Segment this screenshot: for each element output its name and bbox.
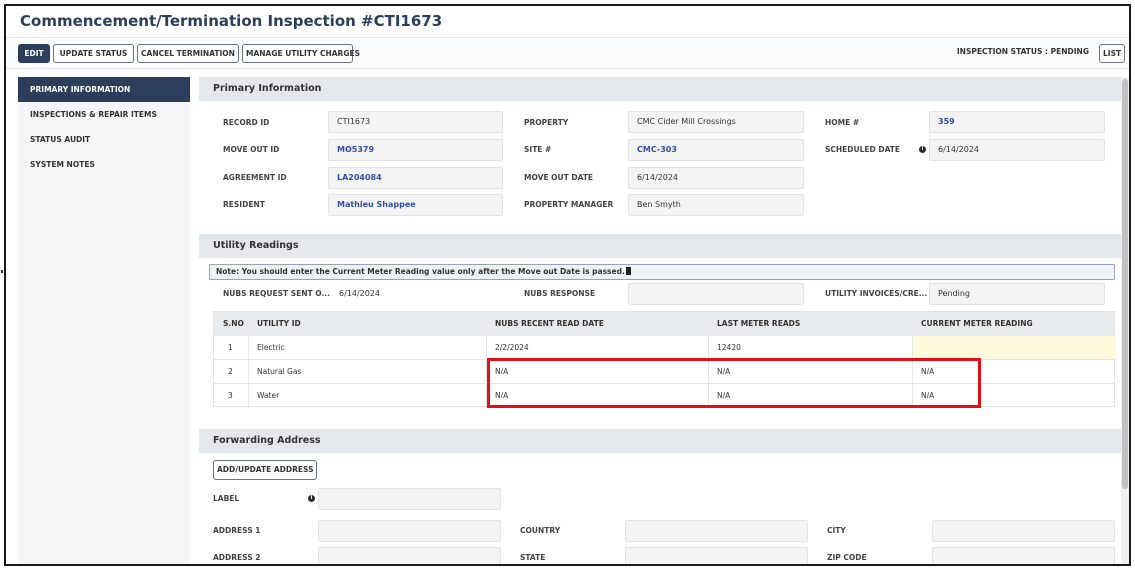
scheduled-date-label: SCHEDULED DATE xyxy=(825,145,901,154)
sidebar-item-inspections-repair[interactable]: INSPECTIONS & REPAIR ITEMS xyxy=(18,102,190,127)
section-header-forwarding: Forwarding Address xyxy=(199,429,1121,453)
column-divider xyxy=(912,312,913,408)
cell-sno: 2 xyxy=(228,367,233,376)
state-label: STATE xyxy=(520,553,546,562)
utility-invoices-field: Pending xyxy=(929,283,1105,305)
move-out-date-label: MOVE OUT DATE xyxy=(524,173,594,182)
column-header: NUBS RECENT READ DATE xyxy=(495,319,604,328)
column-header: LAST METER READS xyxy=(717,319,801,328)
cell-sno: 1 xyxy=(228,343,233,352)
cell-read-date: N/A xyxy=(495,391,509,400)
app-window: Commencement/Termination Inspection #CTI… xyxy=(4,4,1131,566)
cell-last-reads: 12420 xyxy=(717,343,741,352)
label-field-label: LABEL xyxy=(213,494,240,503)
cell-read-date: N/A xyxy=(495,367,509,376)
column-header: S.NO xyxy=(223,319,244,328)
country-label: COUNTRY xyxy=(520,526,561,535)
nubs-request-sent-value: 6/14/2024 xyxy=(339,289,381,298)
agreement-id-link[interactable]: LA204084 xyxy=(328,167,503,189)
action-toolbar: EDIT UPDATE STATUS CANCEL TERMINATION MA… xyxy=(6,37,1129,69)
info-icon[interactable]: i xyxy=(919,146,926,153)
property-manager-field: Ben Smyth xyxy=(628,194,804,216)
city-input[interactable] xyxy=(932,520,1115,542)
edge-mark xyxy=(1,270,3,273)
column-header: UTILITY ID xyxy=(257,319,301,328)
page-title: Commencement/Termination Inspection #CTI… xyxy=(20,12,443,30)
label-input[interactable] xyxy=(318,488,501,510)
manage-utility-charges-button[interactable]: MANAGE UTILITY CHARGES xyxy=(242,44,360,63)
vertical-scrollbar[interactable] xyxy=(1121,77,1129,564)
move-out-id-link[interactable]: MO5379 xyxy=(328,139,503,161)
update-status-button[interactable]: UPDATE STATUS xyxy=(53,44,134,63)
property-manager-label: PROPERTY MANAGER xyxy=(524,200,614,209)
cell-last-reads: N/A xyxy=(717,391,731,400)
city-label: CITY xyxy=(827,526,846,535)
table-row: 3 Water N/A N/A N/A xyxy=(214,384,1114,408)
state-input[interactable] xyxy=(625,547,808,564)
column-divider xyxy=(486,312,487,408)
home-link[interactable]: 359 xyxy=(929,111,1105,133)
sidebar-item-status-audit[interactable]: STATUS AUDIT xyxy=(18,127,190,152)
list-button[interactable]: LIST xyxy=(1099,44,1125,63)
table-row: 2 Natural Gas N/A N/A N/A xyxy=(214,360,1114,384)
agreement-id-label: AGREEMENT ID xyxy=(223,173,287,182)
cell-current-reading: N/A xyxy=(921,367,935,376)
site-link[interactable]: CMC-303 xyxy=(628,139,804,161)
section-header-primary: Primary Information xyxy=(199,77,1121,101)
table-header-row: S.NO UTILITY ID NUBS RECENT READ DATE LA… xyxy=(214,312,1114,336)
address2-input[interactable] xyxy=(318,547,501,564)
cell-utility-id: Electric xyxy=(257,343,285,352)
resident-link[interactable]: Mathieu Shappee xyxy=(328,194,503,216)
cell-last-reads: N/A xyxy=(717,367,731,376)
site-label: SITE # xyxy=(524,145,552,154)
edit-button[interactable]: EDIT xyxy=(18,44,50,63)
move-out-id-label: MOVE OUT ID xyxy=(223,145,280,154)
note-text: Note: You should enter the Current Meter… xyxy=(216,267,625,276)
main-content: Primary Information RECORD ID CTI1673 PR… xyxy=(199,77,1121,564)
cell-read-date: 2/2/2024 xyxy=(495,343,529,352)
column-divider xyxy=(708,312,709,408)
zip-code-label: ZIP CODE xyxy=(827,553,867,562)
add-update-address-button[interactable]: ADD/UPDATE ADDRESS xyxy=(213,460,317,480)
sidebar-item-primary-information[interactable]: PRIMARY INFORMATION xyxy=(18,77,190,102)
nubs-response-label: NUBS RESPONSE xyxy=(524,289,596,298)
cancel-termination-button[interactable]: CANCEL TERMINATION xyxy=(137,44,239,63)
table-row: 1 Electric 2/2/2024 12420 xyxy=(214,336,1116,360)
record-id-field: CTI1673 xyxy=(328,111,503,133)
resident-label: RESIDENT xyxy=(223,200,265,209)
scrollbar-thumb[interactable] xyxy=(1122,79,1128,489)
property-field: CMC Cider Mill Crossings xyxy=(628,111,804,133)
nubs-response-field xyxy=(628,283,804,305)
nubs-request-sent-label: NUBS REQUEST SENT O... xyxy=(223,289,330,298)
note-icon xyxy=(625,267,631,275)
utility-invoices-label: UTILITY INVOICES/CRE... xyxy=(825,289,928,298)
move-out-date-field: 6/14/2024 xyxy=(628,167,804,189)
home-label: HOME # xyxy=(825,118,860,127)
utility-table: S.NO UTILITY ID NUBS RECENT READ DATE LA… xyxy=(213,311,1116,408)
info-icon[interactable]: i xyxy=(308,495,315,502)
meter-reading-note: Note: You should enter the Current Meter… xyxy=(209,264,1115,280)
address2-label: ADDRESS 2 xyxy=(213,553,261,562)
column-header: CURRENT METER READING xyxy=(921,319,1033,328)
record-id-label: RECORD ID xyxy=(223,118,270,127)
cell-utility-id: Natural Gas xyxy=(257,367,302,376)
section-header-utility: Utility Readings xyxy=(199,234,1121,258)
sidebar: PRIMARY INFORMATION INSPECTIONS & REPAIR… xyxy=(18,77,190,564)
property-label: PROPERTY xyxy=(524,118,569,127)
sidebar-item-system-notes[interactable]: SYSTEM NOTES xyxy=(18,152,190,177)
inspection-status: INSPECTION STATUS : PENDING xyxy=(956,47,1089,56)
address1-label: ADDRESS 1 xyxy=(213,526,261,535)
zip-code-input[interactable] xyxy=(932,547,1115,564)
country-input[interactable] xyxy=(625,520,808,542)
column-divider xyxy=(248,312,249,408)
cell-sno: 3 xyxy=(228,391,233,400)
current-meter-reading-input[interactable] xyxy=(912,336,1116,359)
cell-utility-id: Water xyxy=(257,391,280,400)
cell-current-reading: N/A xyxy=(921,391,935,400)
scheduled-date-field: 6/14/2024 xyxy=(929,139,1105,161)
address1-input[interactable] xyxy=(318,520,501,542)
